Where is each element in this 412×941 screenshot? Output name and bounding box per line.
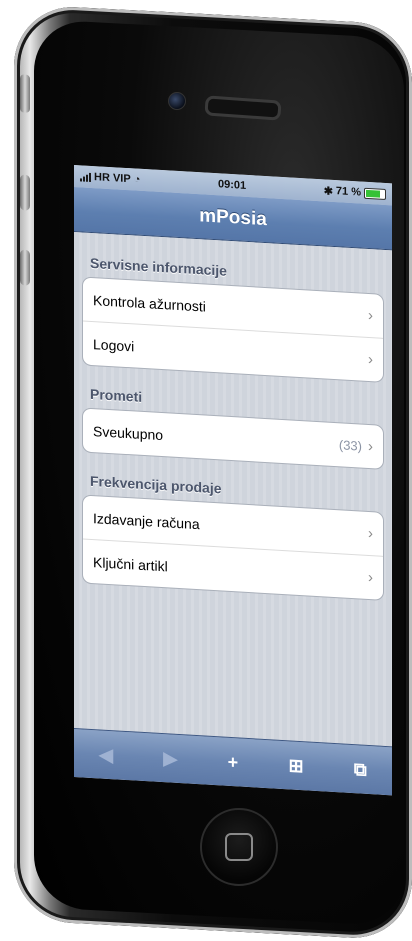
chevron-right-icon: › xyxy=(368,437,373,456)
front-camera xyxy=(168,92,186,110)
volume-down-button xyxy=(20,249,30,286)
list-item-sveukupno[interactable]: Sveukupno (33) › xyxy=(83,409,383,469)
settings-list: Servisne informacije Kontrola ažurnosti … xyxy=(74,232,392,748)
group-prometi: Sveukupno (33) › xyxy=(82,407,384,470)
signal-icon xyxy=(80,171,91,182)
group-frekvencija: Izdavanje računa › Ključni artikl › xyxy=(82,494,384,601)
status-left: HR VIP ◔ xyxy=(80,170,141,186)
home-button[interactable] xyxy=(200,808,278,886)
list-item-label: Kontrola ažurnosti xyxy=(93,291,206,315)
chevron-right-icon: › xyxy=(368,306,373,325)
battery-icon xyxy=(364,187,386,200)
wifi-icon: ◔ xyxy=(133,173,141,186)
status-right: ✱ 71 % xyxy=(324,184,386,201)
forward-icon[interactable]: ▶ xyxy=(163,748,177,770)
battery-fill xyxy=(366,189,381,198)
back-icon[interactable]: ◀ xyxy=(99,744,113,766)
item-count-badge: (33) xyxy=(338,437,362,454)
pages-icon[interactable]: ⧉ xyxy=(354,759,367,781)
carrier-name: HR VIP xyxy=(94,171,131,186)
page-title: mPosia xyxy=(199,205,267,231)
mute-switch xyxy=(20,74,30,113)
volume-up-button xyxy=(20,174,30,211)
phone-screen: HR VIP ◔ 09:01 ✱ 71 % mPosia Servisne in… xyxy=(74,165,392,796)
home-square-icon xyxy=(225,833,253,861)
battery-percent: 71 % xyxy=(335,185,361,199)
chevron-right-icon: › xyxy=(368,524,373,543)
list-item-label: Ključni artikl xyxy=(93,553,168,574)
plus-icon[interactable]: + xyxy=(228,751,239,773)
status-time: 09:01 xyxy=(217,178,247,192)
list-item-label: Izdavanje računa xyxy=(93,509,200,532)
list-item-label: Logovi xyxy=(93,335,135,354)
chevron-right-icon: › xyxy=(368,350,373,369)
bluetooth-icon: ✱ xyxy=(323,184,333,198)
chevron-right-icon: › xyxy=(368,568,373,587)
group-servisne: Kontrola ažurnosti › Logovi › xyxy=(82,276,384,383)
list-item-label: Sveukupno xyxy=(93,422,164,443)
bookmarks-icon[interactable]: ⊞ xyxy=(288,755,303,777)
